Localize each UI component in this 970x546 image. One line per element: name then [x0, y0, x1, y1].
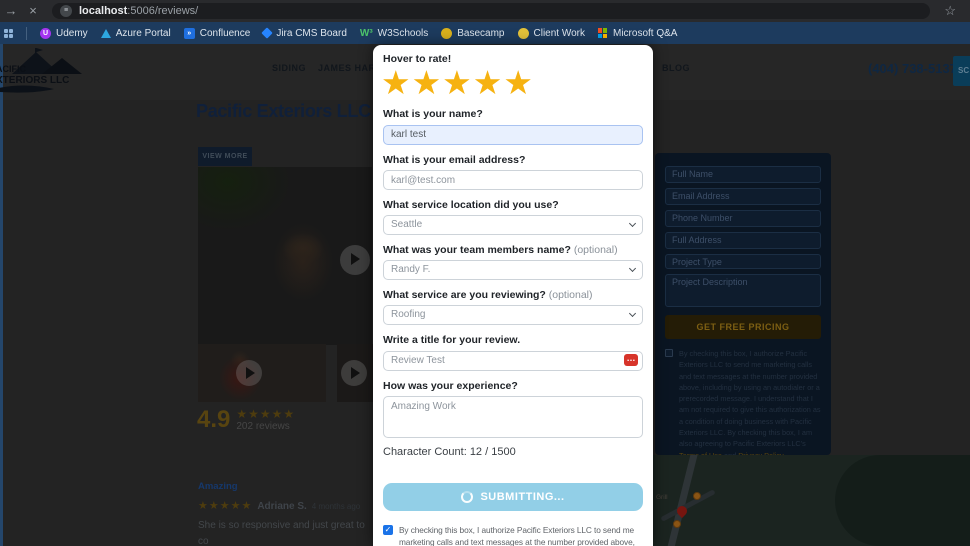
bookmark-microsoft-qa[interactable]: Microsoft Q&A [598, 28, 677, 39]
team-member-label: What was your team members name? (option… [383, 244, 618, 256]
bookmark-udemy[interactable]: U Udemy [40, 27, 88, 39]
review-title-label: Write a title for your review. [383, 334, 521, 346]
left-edge-strip [0, 44, 3, 546]
lead-consent-checkbox[interactable] [665, 349, 673, 357]
play-icon[interactable] [341, 360, 367, 386]
play-icon[interactable] [236, 360, 262, 386]
map-region [835, 455, 970, 546]
map-place-label: Grill [656, 494, 668, 501]
view-more-button[interactable]: VIEW MORE [198, 147, 252, 166]
bookmark-azure-portal[interactable]: Azure Portal [100, 28, 171, 39]
consent-checkbox[interactable]: ✓ [383, 524, 393, 535]
map-embed[interactable]: Grill [650, 455, 970, 546]
header-schedule-button[interactable]: SC [953, 56, 970, 86]
video-thumbnail-main[interactable] [198, 167, 372, 345]
submit-button[interactable]: SUBMITTING... [383, 482, 643, 511]
confluence-icon: » [183, 27, 195, 39]
pacific-exteriors-logo[interactable]: ACIFIC XTERIORS LLC [0, 46, 94, 98]
address-bar[interactable]: ≡ localhost:5006/reviews/ [52, 3, 930, 19]
browser-toolbar: → × ≡ localhost:5006/reviews/ ☆ [0, 0, 970, 22]
lead-form-card: Full Name Email Address Phone Number Ful… [655, 153, 831, 460]
consent-legal-text: By checking this box, I authorize Pacifi… [399, 524, 635, 546]
review-text: She is so responsive and just great to c… [198, 520, 365, 546]
overall-rating: 4.9 ★★★★★ 202 reviews [197, 406, 296, 433]
w3schools-icon: W³ [359, 27, 373, 39]
bookmarks-separator [26, 26, 27, 40]
site-info-icon[interactable]: ≡ [60, 5, 72, 17]
bookmarks-bar: U Udemy Azure Portal » Confluence Jira CMS… [0, 22, 970, 44]
udemy-icon: U [40, 27, 51, 39]
review-modal: Hover to rate! ★★★★★ What is your name? … [373, 45, 653, 546]
service-select[interactable]: Roofing [383, 305, 643, 325]
email-label: What is your email address? [383, 153, 526, 166]
lead-project-type-select[interactable]: Project Type [665, 254, 821, 269]
review-title-input[interactable] [383, 350, 643, 371]
bookmark-star-icon[interactable]: ☆ [944, 0, 956, 22]
review-timestamp: 4 months ago [311, 502, 361, 511]
location-select[interactable]: Seattle [383, 215, 643, 235]
forward-icon[interactable]: → [0, 0, 22, 22]
nav-siding[interactable]: SIDING [272, 63, 306, 73]
header-phone[interactable]: (404) 738-5137 [868, 61, 957, 76]
review-stars-icon: ★★★★★ [198, 500, 253, 512]
lead-legal-text: By checking this box, I authorize Pacifi… [679, 348, 821, 461]
map-road [660, 489, 716, 522]
name-input[interactable] [383, 124, 643, 145]
rating-score: 4.9 [197, 406, 231, 433]
extension-autofill-icon[interactable]: … [624, 354, 638, 366]
experience-textarea[interactable]: Amazing Work [383, 395, 643, 438]
client-work-icon [517, 27, 529, 39]
bookmark-confluence[interactable]: » Confluence [183, 27, 250, 39]
nav-blog[interactable]: BLOG [662, 63, 690, 73]
review-author: Adriane S. [257, 501, 307, 512]
character-count: Character Count: 12 / 1500 [383, 445, 516, 458]
azure-icon [100, 28, 111, 38]
email-input[interactable] [383, 170, 643, 190]
map-pin-icon[interactable] [693, 492, 701, 500]
review-title-link[interactable]: Amazing [198, 481, 374, 492]
jira-icon [261, 27, 273, 39]
bookmark-jira-cms-board[interactable]: Jira CMS Board [261, 27, 347, 39]
apps-icon[interactable] [4, 28, 13, 38]
bookmark-basecamp[interactable]: Basecamp [441, 27, 505, 39]
svg-text:XTERIORS LLC: XTERIORS LLC [0, 75, 69, 86]
url-text: localhost:5006/reviews/ [79, 5, 199, 17]
lead-project-description-textarea[interactable]: Project Description [665, 274, 821, 307]
rating-count[interactable]: 202 reviews [236, 421, 295, 432]
star-rating-input[interactable]: ★★★★★ [381, 66, 643, 99]
lead-email-input[interactable]: Email Address [665, 188, 821, 205]
map-pin-icon[interactable] [673, 520, 681, 528]
svg-text:ACIFIC: ACIFIC [0, 64, 26, 74]
location-label: What service location did you use? [383, 199, 559, 211]
get-free-pricing-button[interactable]: GET FREE PRICING [665, 315, 821, 339]
review-item: Amazing ★★★★★ Adriane S. 4 months ago Sh… [198, 481, 374, 546]
experience-label: How was your experience? [383, 379, 518, 392]
video-thumbnail-small-1[interactable] [198, 344, 326, 402]
play-icon[interactable] [340, 245, 370, 275]
lead-address-input[interactable]: Full Address [665, 232, 821, 249]
service-label: What service are you reviewing? (optiona… [383, 289, 593, 301]
name-label: What is your name? [383, 108, 483, 120]
lead-phone-input[interactable]: Phone Number [665, 210, 821, 227]
browser-window: → × ≡ localhost:5006/reviews/ ☆ U Udemy A… [0, 0, 970, 546]
rating-stars-icon: ★★★★★ [236, 407, 296, 421]
stop-icon[interactable]: × [22, 0, 44, 22]
basecamp-icon [441, 27, 453, 39]
bookmark-w3schools[interactable]: W³ W3Schools [360, 28, 428, 39]
team-member-select[interactable]: Randy F. [383, 260, 643, 280]
microsoft-icon [598, 28, 608, 38]
spinner-icon [461, 490, 474, 503]
bookmark-client-work[interactable]: Client Work [517, 27, 585, 39]
lead-full-name-input[interactable]: Full Name [665, 166, 821, 183]
